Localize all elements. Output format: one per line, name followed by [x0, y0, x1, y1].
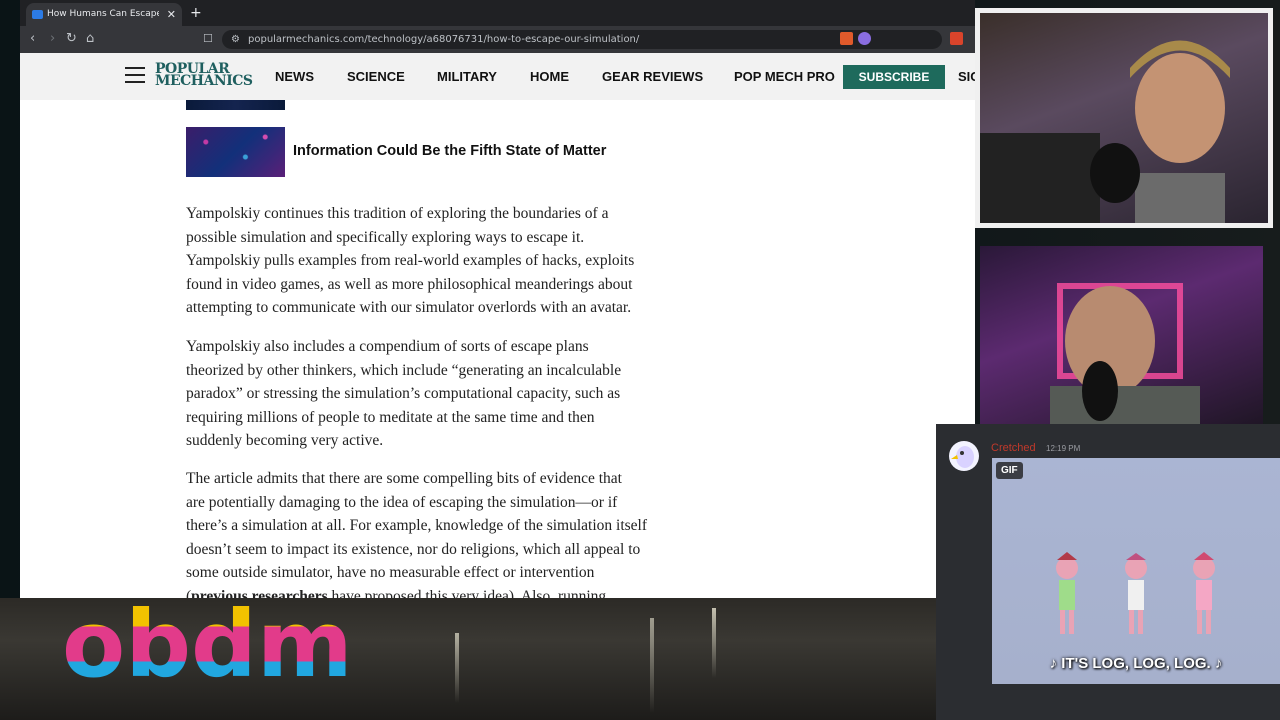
brave-shield-icon[interactable] [840, 32, 853, 45]
text-line: Yampolskiy continues this tradition of e… [186, 205, 609, 222]
text-line: Yampolskiy also includes a compendium of… [186, 338, 589, 355]
text-line: The article admits that there are some c… [186, 470, 622, 487]
light-streak [455, 633, 459, 703]
light-streak [712, 608, 716, 678]
previous-researchers-link[interactable]: previous researchers [191, 588, 327, 598]
chat-panel: Cretched 12:19 PM GIF ♪ IT'S LOG, LOG, L… [936, 424, 1280, 720]
rewards-icon[interactable] [858, 32, 871, 45]
text-line: found in video games, as well as more ph… [186, 275, 633, 293]
forward-icon[interactable]: › [50, 30, 55, 48]
text-line: doesn’t seem to impact its existence, no… [186, 540, 641, 558]
subscribe-button[interactable]: SUBSCRIBE [843, 65, 945, 89]
nav-gear-reviews[interactable]: GEAR REVIEWS [602, 69, 703, 84]
site-favicon-icon [32, 10, 43, 19]
obdm-logo: obdm [62, 598, 353, 688]
gif-badge: GIF [996, 462, 1023, 479]
site-info-icon[interactable]: ⚙ [231, 30, 240, 49]
text-line: are potentially damaging to the idea of … [186, 493, 618, 511]
text-line: some outside simulator, have no measurab… [186, 564, 595, 582]
chat-gif[interactable]: GIF ♪ IT'S LOG, LOG, LOG. ♪ [992, 458, 1280, 684]
site-header: POPULAR MECHANICS NEWS SCIENCE MILITARY … [20, 53, 975, 101]
gif-caption: ♪ IT'S LOG, LOG, LOG. ♪ [1049, 655, 1223, 672]
text-line: suddenly becoming very active. [186, 432, 384, 450]
webcam-feed-2 [980, 246, 1263, 436]
nav-military[interactable]: MILITARY [437, 69, 497, 84]
nav-home[interactable]: HOME [530, 69, 569, 84]
cartoon-creature-3 [1193, 552, 1215, 634]
paragraph-3: The article admits that there are some c… [186, 467, 696, 598]
bookmark-icon[interactable]: ☐ [203, 30, 213, 48]
new-tab-button[interactable]: + [190, 3, 202, 23]
cartoon-creature-1 [1056, 552, 1078, 634]
menu-icon[interactable] [125, 67, 145, 83]
obdm-text: obdm [62, 598, 353, 688]
related-thumbnail[interactable] [186, 127, 285, 177]
text-line: Yampolskiy pulls examples from real-worl… [186, 252, 635, 270]
text-line: there’s a simulation at all. For example… [186, 517, 648, 535]
reload-icon[interactable]: ↻ [66, 30, 77, 48]
tab-title: How Humans Can Escape the Sim [47, 9, 159, 19]
home-icon[interactable]: ⌂ [86, 30, 94, 48]
nav-science[interactable]: SCIENCE [347, 69, 405, 84]
browser-tab[interactable]: How Humans Can Escape the Sim ✕ [26, 3, 182, 26]
stream-banner: obdm [0, 598, 936, 720]
related-article-link[interactable]: Information Could Be the Fifth State of … [293, 143, 606, 159]
text-fragment: have proposed this very idea). Also, run… [327, 587, 607, 598]
tab-bar: How Humans Can Escape the Sim ✕ + [20, 0, 975, 26]
site-logo[interactable]: POPULAR MECHANICS [155, 62, 253, 89]
nav-pop-mech-pro[interactable]: POP MECH PRO [734, 69, 835, 84]
text-line: possible simulation and specifically exp… [186, 228, 585, 246]
paragraph-1: Yampolskiy continues this tradition of e… [186, 202, 696, 320]
streamer-2-silhouette [1050, 283, 1200, 436]
chat-timestamp: 12:19 PM [1046, 444, 1081, 453]
bird-avatar-icon [951, 446, 974, 468]
streamer-1-silhouette [980, 40, 1230, 223]
address-toolbar: ‹ › ↻ ⌂ ☐ ⚙ popularmechanics.com/technol… [20, 26, 975, 53]
close-tab-icon[interactable]: ✕ [167, 3, 176, 26]
light-streak [650, 618, 654, 713]
nav-news[interactable]: NEWS [275, 69, 314, 84]
cartoon-creature-2 [1125, 553, 1147, 634]
url-field[interactable]: ⚙ popularmechanics.com/technology/a68076… [222, 30, 942, 49]
url-text: popularmechanics.com/technology/a6807673… [248, 34, 640, 45]
sign-in-link[interactable]: SIG [958, 69, 975, 84]
text-line: (previous researchers have proposed this… [186, 585, 696, 598]
webcam-frame-1 [975, 8, 1273, 228]
text-line: paradox” or stressing the simulation’s c… [186, 385, 621, 403]
back-icon[interactable]: ‹ [30, 30, 35, 48]
logo-line-2: MECHANICS [155, 73, 253, 89]
webcam-feed-1 [980, 13, 1268, 223]
paragraph-2: Yampolskiy also includes a compendium of… [186, 335, 696, 453]
related-thumbnail-prev[interactable] [186, 100, 285, 110]
chat-username[interactable]: Cretched [991, 442, 1036, 454]
text-line: theorized by other thinkers, which inclu… [186, 361, 622, 379]
text-line: attempting to communicate with our simul… [186, 299, 632, 317]
browser-window: How Humans Can Escape the Sim ✕ + ‹ › ↻ … [20, 0, 975, 598]
user-avatar[interactable] [949, 441, 979, 471]
article-body: Information Could Be the Fifth State of … [20, 100, 975, 598]
extension-icon[interactable] [950, 32, 963, 45]
text-line: requiring millions of people to meditate… [186, 408, 595, 426]
